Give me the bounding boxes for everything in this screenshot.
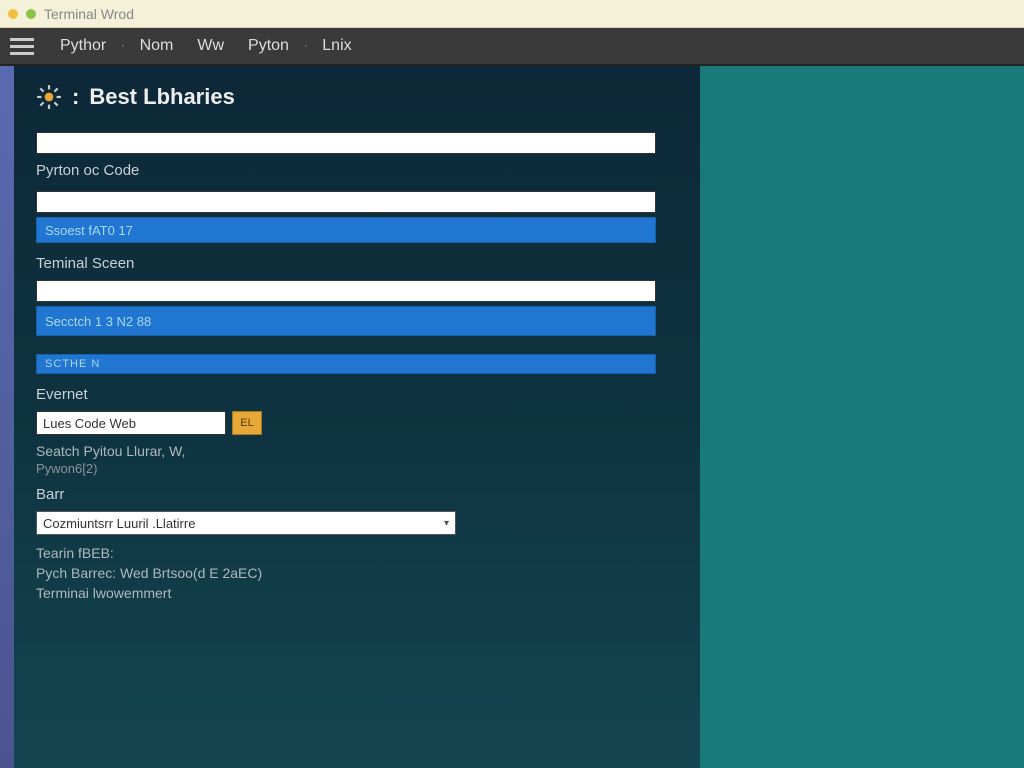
bar-select-value: Cozmiuntsrr Luuril .Llatirre — [43, 516, 195, 531]
label-event: Evernet — [36, 386, 678, 403]
left-accent-strip — [0, 66, 14, 768]
footer-line-1: Tearin fBEB: — [36, 545, 678, 561]
input-terminal-screen[interactable] — [36, 280, 656, 302]
search-input-top[interactable] — [36, 132, 656, 154]
label-bar: Barr — [36, 486, 678, 503]
status-bar-small[interactable]: SCTHE N — [36, 354, 656, 374]
footer-line-2: Pych Barrec: Wed Brtsoo(d E 2aEC) — [36, 565, 678, 581]
page-title-colon: : — [72, 84, 79, 110]
menu-item-nom[interactable]: Nom — [128, 29, 186, 63]
workspace: : Best Lbharies Pyrton oc Code Ssoest fA… — [0, 66, 1024, 768]
info-search-line2: Pywon6[2) — [36, 461, 678, 476]
result-text: Secctch 1 3 N2 88 — [45, 314, 151, 329]
chevron-down-icon: ▾ — [444, 518, 449, 529]
info-search-line1: Seatch Pyitou Llurar, W, — [36, 443, 678, 459]
status-text: SCTHE N — [45, 358, 100, 370]
input-event[interactable] — [36, 411, 226, 435]
hamburger-menu-icon[interactable] — [10, 34, 34, 58]
bar-select[interactable]: Cozmiuntsrr Luuril .Llatirre ▾ — [36, 511, 456, 535]
menu-item-pyton[interactable]: Pyton — [236, 29, 301, 63]
label-python-code: Pyrton oc Code — [36, 162, 678, 179]
menu-item-ww[interactable]: Ww — [185, 29, 236, 63]
footer-line-3: Terminai lwowemmert — [36, 585, 678, 601]
menu-divider: · — [118, 37, 127, 55]
result-text: Ssoest fAT0 17 — [45, 223, 133, 238]
menubar: Pythor · Nom Ww Pyton · Lnix — [0, 28, 1024, 66]
gear-icon — [36, 84, 62, 110]
event-button-label: EL — [240, 417, 253, 429]
result-bar-python-code[interactable]: Ssoest fAT0 17 — [36, 217, 656, 243]
footer-lines: Tearin fBEB: Pych Barrec: Wed Brtsoo(d E… — [36, 545, 678, 601]
menu-divider: · — [301, 37, 310, 55]
window-titlebar: Terminal Wrod — [0, 0, 1024, 28]
main-panel: : Best Lbharies Pyrton oc Code Ssoest fA… — [14, 66, 700, 768]
page-title-row: : Best Lbharies — [36, 84, 678, 110]
event-action-button[interactable]: EL — [232, 411, 262, 435]
window-title: Terminal Wrod — [44, 6, 134, 22]
page-title: Best Lbharies — [89, 84, 235, 110]
window-control-maximize[interactable] — [26, 9, 36, 19]
input-python-code[interactable] — [36, 191, 656, 213]
side-panel — [700, 66, 1024, 768]
result-bar-terminal-screen[interactable]: Secctch 1 3 N2 88 — [36, 306, 656, 336]
label-terminal-screen: Teminal Sceen — [36, 255, 678, 272]
menu-item-lnix[interactable]: Lnix — [310, 29, 363, 63]
menu-item-pythor[interactable]: Pythor — [48, 29, 118, 63]
window-control-minimize[interactable] — [8, 9, 18, 19]
